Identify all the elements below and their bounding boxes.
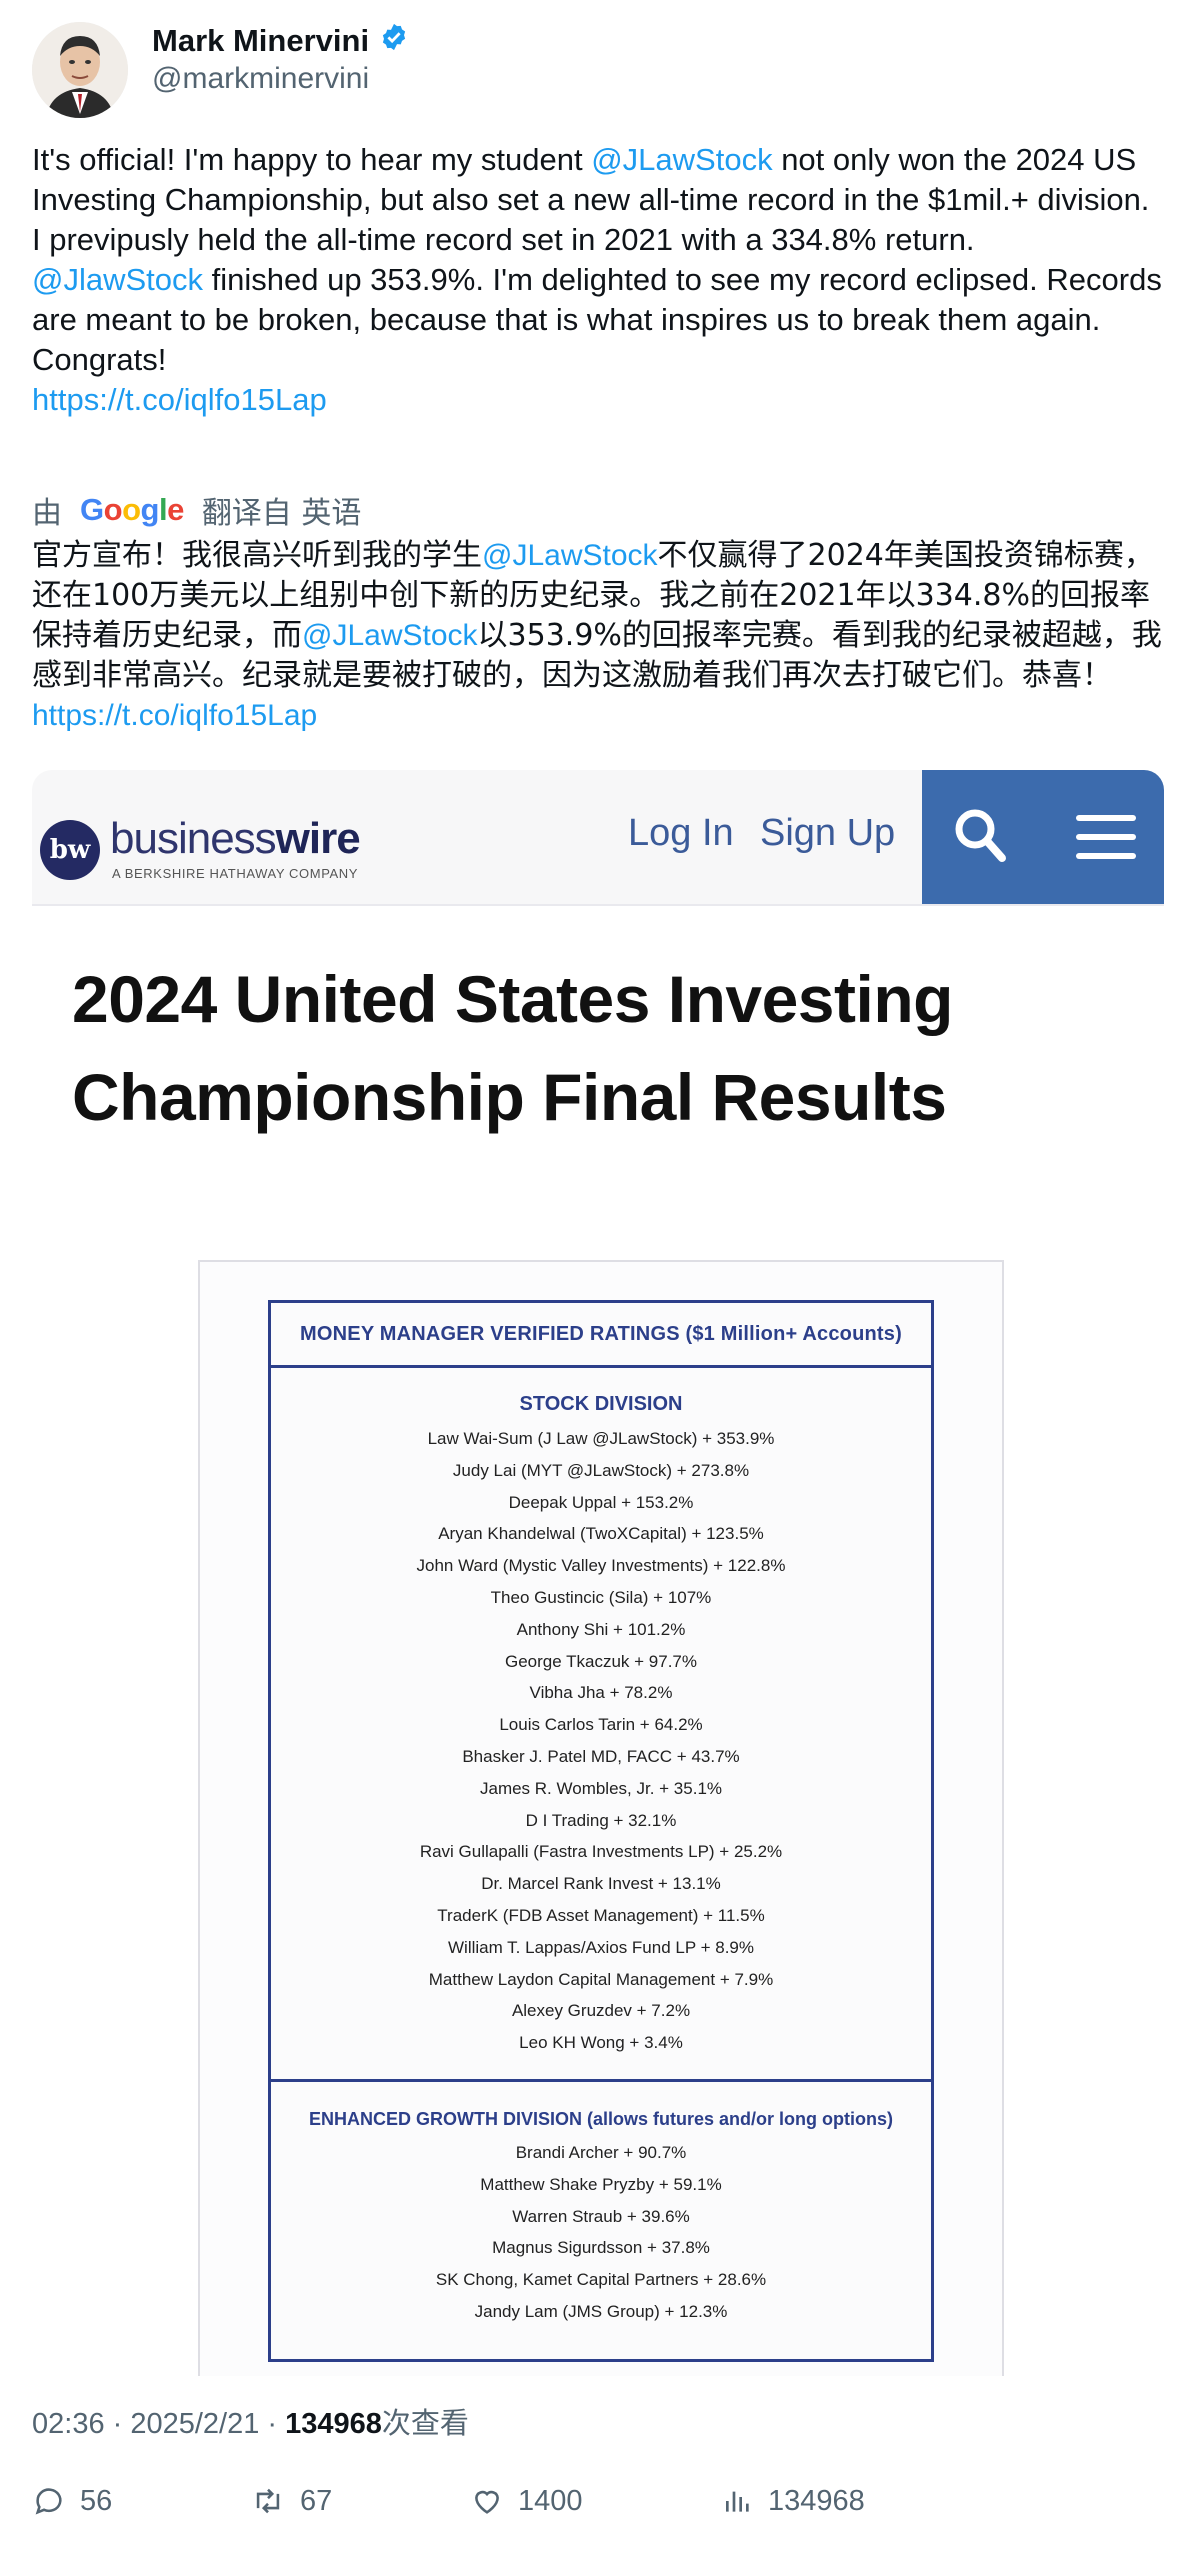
verified-badge-icon: [379, 22, 409, 60]
result-row: Magnus Sigurdsson + 37.8%: [492, 2238, 710, 2258]
result-row: Ravi Gullapalli (Fastra Investments LP) …: [419, 1842, 783, 1862]
result-row: Warren Straub + 39.6%: [512, 2206, 690, 2226]
translated-text: 官方宣布！我很高兴听到我的学生@JLawStock不仅赢得了2024年美国投资锦…: [32, 536, 1172, 736]
tweet-media-image[interactable]: bw businesswire A BERKSHIRE HATHAWAY COM…: [32, 770, 1164, 2376]
analytics-icon: [726, 2491, 749, 2512]
result-row: Law Wai-Sum (J Law @JLawStock) + 353.9%: [427, 1429, 775, 1448]
mention-link[interactable]: @JLawStock: [482, 539, 658, 572]
article-title-line: 2024 United States Investing: [72, 962, 953, 1036]
result-row: Anthony Shi + 101.2%: [516, 1619, 686, 1639]
author-name[interactable]: Mark Minervini: [152, 23, 369, 59]
businesswire-logo: businesswire: [110, 814, 361, 864]
result-row: Louis Carlos Tarin + 64.2%: [499, 1715, 703, 1735]
menu-icon: [1076, 815, 1136, 859]
result-row: Theo Gustincic (Sila) + 107%: [490, 1587, 712, 1607]
translated-text-segment: 官方宣布！我很高兴听到我的学生: [32, 538, 482, 573]
result-row: Vibha Jha + 78.2%: [529, 1683, 673, 1703]
tweet-text-segment: I previpusly held the all-time record se…: [32, 222, 975, 257]
mention-link[interactable]: @JlawStock: [32, 262, 203, 297]
repost-icon: [256, 2488, 280, 2514]
results-document: MONEY MANAGER VERIFIED RATINGS ($1 Milli…: [198, 1260, 1004, 2376]
result-row: William T. Lappas/Axios Fund LP + 8.9%: [448, 1937, 754, 1957]
result-row: D I Trading + 32.1%: [525, 1810, 677, 1830]
stock-results-list: Law Wai-Sum (J Law @JLawStock) + 353.9% J…: [271, 1423, 931, 2059]
result-row: Leo KH Wong + 3.4%: [519, 2033, 683, 2053]
avatar[interactable]: [32, 22, 128, 118]
mention-link[interactable]: @JLawStock: [302, 619, 478, 652]
tweet-text-segment: It's official! I'm happy to hear my stud…: [32, 142, 592, 177]
action-bar: 56 67 1400 134968: [32, 2484, 1164, 2524]
enhanced-results-list: Brandi Archer + 90.7% Matthew Shake Pryzb…: [271, 2137, 931, 2328]
like-button[interactable]: 1400: [470, 2484, 583, 2518]
result-row: Judy Lai (MYT @JLawStock) + 273.8%: [452, 1460, 750, 1480]
google-logo-icon: Google: [80, 492, 184, 527]
result-row: Bhasker J. Patel MD, FACC + 43.7%: [462, 1746, 740, 1766]
result-row: James R. Wombles, Jr. + 35.1%: [479, 1778, 723, 1798]
result-row: Matthew Laydon Capital Management + 7.9%: [428, 1969, 774, 1989]
views-count: 134968: [768, 2484, 865, 2517]
businesswire-tagline: A BERKSHIRE HATHAWAY COMPANY: [112, 866, 359, 881]
signup-link: Sign Up: [760, 812, 896, 854]
view-count-suffix: 次查看: [381, 2406, 469, 2440]
ratings-header: MONEY MANAGER VERIFIED RATINGS ($1 Milli…: [271, 1303, 931, 1368]
logo-text-light: business: [110, 814, 277, 863]
tweet-meta: 02:36 · 2025/2/21 · 134968次查看: [32, 2400, 469, 2442]
translation-by-label: 由: [32, 496, 62, 531]
businesswire-logo-icon: bw: [40, 820, 100, 880]
stock-division-title: STOCK DIVISION: [519, 1393, 683, 1415]
repost-count: 67: [300, 2484, 333, 2517]
tweet-url-link[interactable]: https://t.co/iqlfo15Lap: [32, 382, 327, 417]
reply-icon: [35, 2488, 62, 2515]
divider: [271, 2079, 931, 2082]
result-row: Dr. Marcel Rank Invest + 13.1%: [481, 1874, 721, 1894]
author-name-row[interactable]: Mark Minervini: [152, 22, 409, 60]
tweet-url-link[interactable]: https://t.co/iqlfo15Lap: [32, 699, 317, 732]
reply-button[interactable]: 56: [32, 2484, 112, 2518]
tweet-timestamp[interactable]: 02:36 · 2025/2/21 ·: [32, 2408, 285, 2440]
views-button[interactable]: 134968: [722, 2484, 865, 2518]
result-row: Aryan Khandelwal (TwoXCapital) + 123.5%: [438, 1524, 764, 1544]
result-row: SK Chong, Kamet Capital Partners + 28.6%: [435, 2270, 767, 2290]
logo-text-bold: wire: [275, 814, 361, 863]
search-icon: [955, 809, 1006, 862]
result-row: Deepak Uppal + 153.2%: [508, 1492, 694, 1512]
author-handle[interactable]: @markminervini: [152, 62, 369, 96]
header-actions: [922, 770, 1164, 904]
translation-attribution: 由 Google 翻译自 英语: [32, 488, 361, 532]
article-title: 2024 United States Investing Championshi…: [72, 950, 953, 1146]
mention-link[interactable]: @JLawStock: [591, 142, 772, 177]
like-count: 1400: [518, 2484, 583, 2517]
result-row: TraderK (FDB Asset Management) + 11.5%: [437, 1905, 765, 1925]
enhanced-division-title: ENHANCED GROWTH DIVISION (allows futures…: [309, 2109, 893, 2129]
result-row: Brandi Archer + 90.7%: [515, 2143, 687, 2162]
login-link: Log In: [628, 812, 734, 854]
businesswire-header: bw businesswire A BERKSHIRE HATHAWAY COM…: [32, 770, 1164, 906]
result-row: Matthew Shake Pryzby + 59.1%: [480, 2174, 722, 2194]
view-count: 134968: [285, 2408, 382, 2440]
reply-count: 56: [80, 2484, 113, 2517]
translated-from-label: 翻译自 英语: [201, 496, 362, 531]
result-row: Alexey Gruzdev + 7.2%: [511, 2001, 691, 2021]
result-row: John Ward (Mystic Valley Investments) + …: [416, 1556, 786, 1576]
article-title-line: Championship Final Results: [72, 1060, 947, 1134]
repost-button[interactable]: 67: [250, 2484, 332, 2518]
tweet-text: It's official! I'm happy to hear my stud…: [32, 140, 1164, 420]
heart-icon: [475, 2490, 499, 2514]
result-row: Jandy Lam (JMS Group) + 12.3%: [474, 2301, 728, 2321]
results-frame: MONEY MANAGER VERIFIED RATINGS ($1 Milli…: [268, 1300, 934, 2362]
result-row: George Tkaczuk + 97.7%: [505, 1651, 697, 1671]
